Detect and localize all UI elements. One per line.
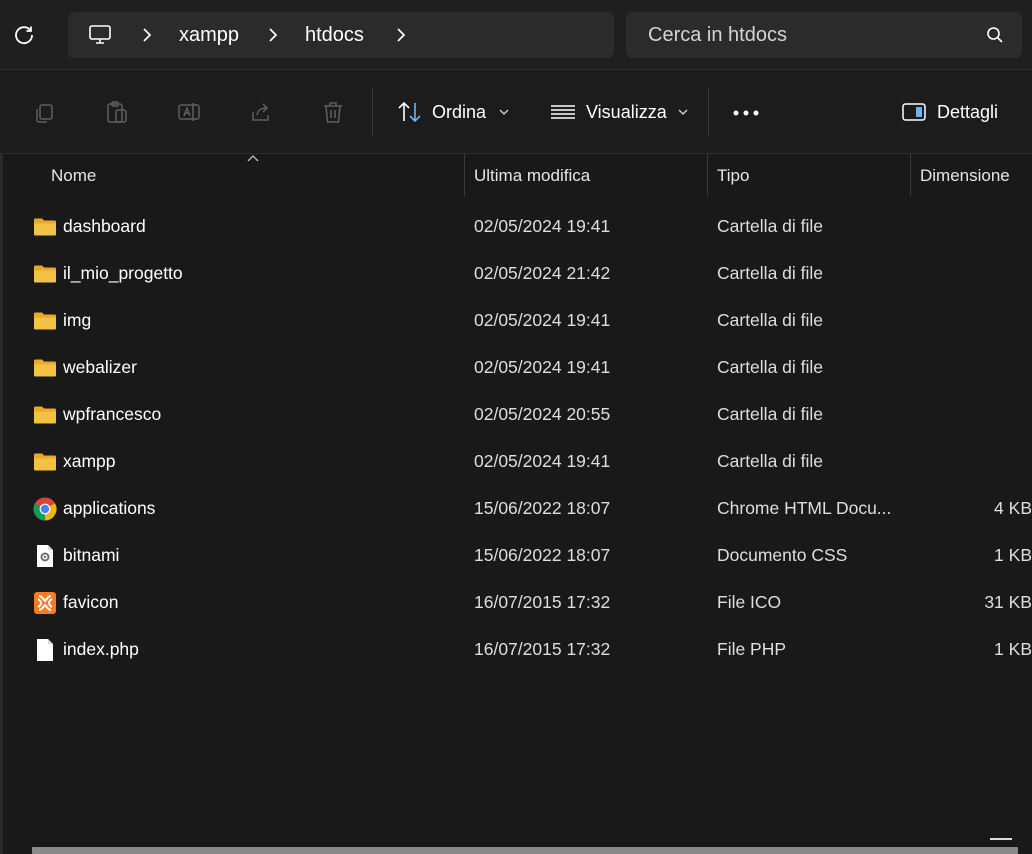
- column-divider[interactable]: [707, 154, 708, 196]
- view-button[interactable]: Visualizza: [550, 97, 689, 127]
- list-item[interactable]: applications 15/06/2022 18:07 Chrome HTM…: [0, 485, 1032, 532]
- details-button[interactable]: Dettagli: [901, 97, 998, 127]
- details-pane-icon: [902, 103, 926, 121]
- refresh-button[interactable]: [8, 18, 40, 52]
- list-item[interactable]: favicon 16/07/2015 17:32 File ICO 31 KB: [0, 579, 1032, 626]
- file-type: File ICO: [717, 592, 782, 612]
- folder-icon: [33, 262, 57, 286]
- list-item[interactable]: index.php 16/07/2015 17:32 File PHP 1 KB: [0, 626, 1032, 673]
- folder-icon: [33, 309, 57, 333]
- xampp-icon: [33, 591, 57, 615]
- file-size: 1 KB: [994, 639, 1032, 659]
- scrollbar-cap: [990, 838, 1012, 840]
- view-label: Visualizza: [586, 102, 667, 122]
- file-name: bitnami: [63, 545, 120, 565]
- file-size: 4 KB: [994, 498, 1032, 518]
- command-bar: Ordina Visualizza Dettagli: [0, 71, 1032, 154]
- file-type: Cartella di file: [717, 404, 824, 424]
- file-type: Cartella di file: [717, 451, 824, 471]
- copy-icon[interactable]: [32, 99, 58, 125]
- file-modified: 15/06/2022 18:07: [474, 545, 611, 565]
- chrome-icon: [33, 497, 57, 521]
- sort-label: Ordina: [432, 102, 487, 122]
- folder-icon: [33, 356, 57, 380]
- list-item[interactable]: webalizer 02/05/2024 19:41 Cartella di f…: [0, 344, 1032, 391]
- file-type: File PHP: [717, 639, 787, 659]
- rename-icon[interactable]: [176, 99, 202, 125]
- column-divider[interactable]: [464, 154, 465, 196]
- address-bar-row: xampp htdocs Cerca in htdocs: [0, 0, 1032, 70]
- file-name: webalizer: [63, 357, 137, 377]
- horizontal-scrollbar[interactable]: [32, 847, 1018, 854]
- sort-button[interactable]: Ordina: [396, 97, 510, 127]
- file-size: 1 KB: [994, 545, 1032, 565]
- file-modified: 15/06/2022 18:07: [474, 498, 611, 518]
- file-modified: 02/05/2024 19:41: [474, 451, 611, 471]
- share-icon[interactable]: [248, 99, 274, 125]
- file-type: Chrome HTML Docu...: [717, 498, 892, 518]
- file-name: index.php: [63, 639, 139, 659]
- toolbar-divider: [708, 88, 709, 136]
- list-item[interactable]: bitnami 15/06/2022 18:07 Documento CSS 1…: [0, 532, 1032, 579]
- file-modified: 16/07/2015 17:32: [474, 639, 611, 659]
- file-modified: 02/05/2024 19:41: [474, 310, 611, 330]
- chevron-right-icon[interactable]: [140, 27, 154, 43]
- file-type: Cartella di file: [717, 357, 824, 377]
- chevron-right-icon[interactable]: [394, 27, 408, 43]
- column-header-modified[interactable]: Ultima modifica: [474, 166, 590, 186]
- file-size: 31 KB: [984, 592, 1032, 612]
- file-modified: 02/05/2024 21:42: [474, 263, 611, 283]
- column-divider[interactable]: [910, 154, 911, 196]
- paste-icon[interactable]: [104, 99, 130, 125]
- folder-icon: [33, 450, 57, 474]
- sort-ascending-icon: [247, 155, 259, 162]
- file-name: wpfrancesco: [63, 404, 162, 424]
- file-modified: 02/05/2024 20:55: [474, 404, 611, 424]
- file-modified: 02/05/2024 19:41: [474, 357, 611, 377]
- column-header-size[interactable]: Dimensione: [920, 166, 1010, 186]
- column-header-name[interactable]: Nome: [51, 166, 96, 186]
- file-name: img: [63, 310, 92, 330]
- file-type: Documento CSS: [717, 545, 848, 565]
- css-file-icon: [33, 544, 57, 568]
- column-headers: Nome Ultima modifica Tipo Dimensione: [0, 154, 1032, 196]
- delete-icon[interactable]: [320, 99, 346, 125]
- search-input[interactable]: Cerca in htdocs: [626, 12, 1022, 58]
- file-icon: [33, 638, 57, 662]
- toolbar-divider: [372, 88, 373, 136]
- list-item[interactable]: img 02/05/2024 19:41 Cartella di file: [0, 297, 1032, 344]
- search-icon[interactable]: [986, 26, 1004, 44]
- search-placeholder: Cerca in htdocs: [648, 24, 787, 46]
- file-name: applications: [63, 498, 156, 518]
- folder-icon: [33, 215, 57, 239]
- file-type: Cartella di file: [717, 263, 824, 283]
- chevron-down-icon: [678, 109, 688, 115]
- list-item[interactable]: il_mio_progetto 02/05/2024 21:42 Cartell…: [0, 250, 1032, 297]
- breadcrumb-item-htdocs[interactable]: htdocs: [305, 24, 364, 46]
- file-type: Cartella di file: [717, 310, 824, 330]
- breadcrumb-item-xampp[interactable]: xampp: [179, 24, 239, 46]
- file-modified: 16/07/2015 17:32: [474, 592, 611, 612]
- column-header-type[interactable]: Tipo: [717, 166, 749, 186]
- file-name: xampp: [63, 451, 116, 471]
- sort-icon: [398, 101, 421, 123]
- computer-icon[interactable]: [88, 23, 112, 47]
- details-label: Dettagli: [937, 102, 999, 122]
- list-item[interactable]: wpfrancesco 02/05/2024 20:55 Cartella di…: [0, 391, 1032, 438]
- file-name: dashboard: [63, 216, 146, 236]
- folder-icon: [33, 403, 57, 427]
- refresh-icon: [15, 26, 33, 45]
- list-item[interactable]: dashboard 02/05/2024 19:41 Cartella di f…: [0, 203, 1032, 250]
- chevron-down-icon: [499, 109, 509, 115]
- more-options-icon[interactable]: [732, 109, 760, 117]
- file-type: Cartella di file: [717, 216, 824, 236]
- file-name: favicon: [63, 592, 119, 612]
- list-item[interactable]: xampp 02/05/2024 19:41 Cartella di file: [0, 438, 1032, 485]
- breadcrumb[interactable]: xampp htdocs: [68, 12, 614, 58]
- file-modified: 02/05/2024 19:41: [474, 216, 611, 236]
- file-name: il_mio_progetto: [63, 263, 183, 283]
- chevron-right-icon[interactable]: [266, 27, 280, 43]
- view-list-icon: [551, 105, 575, 119]
